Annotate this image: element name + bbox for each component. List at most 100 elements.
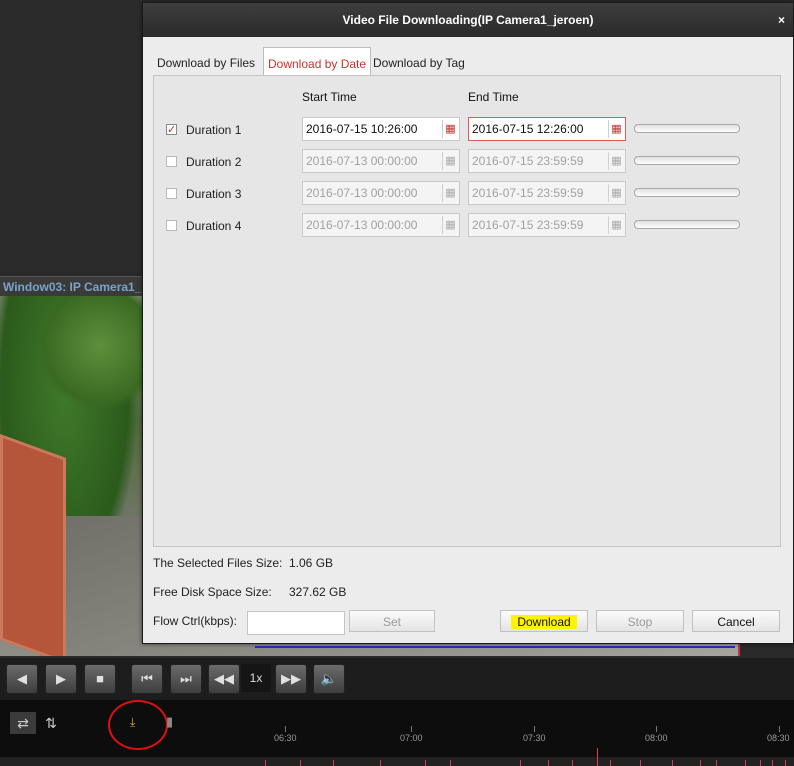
start-time-field[interactable]: ▦ — [302, 117, 460, 141]
calendar-icon[interactable]: ▦ — [608, 152, 624, 170]
frame-back-icon: ⏮ — [141, 671, 153, 686]
start-time-input[interactable] — [303, 118, 441, 140]
recording-segment-mark — [300, 760, 301, 766]
set-button[interactable]: Set — [349, 610, 435, 632]
calendar-icon[interactable]: ▦ — [442, 120, 458, 138]
close-icon[interactable]: × — [778, 3, 785, 37]
dialog-title-bar[interactable]: Video File Downloading(IP Camera1_jeroen… — [143, 3, 793, 37]
end-time-input[interactable] — [469, 150, 607, 172]
duration-label: Duration 1 — [186, 123, 242, 137]
start-time-input[interactable] — [303, 214, 441, 236]
tab-download-by-tag[interactable]: Download by Tag — [369, 47, 469, 75]
calendar-icon[interactable]: ▦ — [442, 216, 458, 234]
download-button-label: Download — [511, 615, 577, 629]
calendar-icon[interactable]: ▦ — [442, 184, 458, 202]
duration-3-checkbox[interactable] — [166, 188, 177, 199]
start-time-input[interactable] — [303, 182, 441, 204]
timeline-tick — [285, 726, 286, 732]
date-download-panel: Start Time End Time ✓ Duration 1 ▦ ▦ Dur… — [153, 75, 781, 547]
speed-up-button[interactable]: ▶▶ — [275, 664, 307, 694]
selected-size-value: 1.06 GB — [289, 556, 334, 570]
download-button[interactable]: Download — [500, 610, 588, 632]
recording-segment-mark — [425, 760, 426, 766]
fast-forward-icon: ▶▶ — [281, 671, 301, 686]
duration-row: Duration 4 ▦ ▦ — [154, 213, 780, 239]
annotation-circle — [108, 700, 168, 750]
slow-down-button[interactable]: ◀◀ — [208, 664, 240, 694]
start-time-field[interactable]: ▦ — [302, 181, 460, 205]
start-time-input[interactable] — [303, 150, 441, 172]
playhead[interactable] — [597, 748, 598, 766]
stop-button[interactable]: ■ — [84, 664, 116, 694]
duration-row: Duration 2 ▦ ▦ — [154, 149, 780, 175]
stop-button[interactable]: Stop — [596, 610, 684, 632]
end-time-header: End Time — [468, 90, 519, 104]
dialog-title: Video File Downloading(IP Camera1_jeroen… — [342, 13, 594, 27]
reverse-icon: ◀ — [17, 671, 27, 686]
start-time-field[interactable]: ▦ — [302, 149, 460, 173]
cancel-button[interactable]: Cancel — [692, 610, 780, 632]
end-time-field[interactable]: ▦ — [468, 117, 626, 141]
calendar-icon[interactable]: ▦ — [608, 184, 624, 202]
timeline-tick-label: 07:30 — [523, 733, 546, 743]
free-space-value: 327.62 GB — [289, 585, 347, 599]
timeline-mode-button[interactable]: ⇄ — [10, 712, 36, 734]
frame-back-button[interactable]: ⏮ — [131, 664, 163, 694]
audio-button[interactable]: 🔈 — [313, 664, 345, 694]
recording-segment-mark — [760, 760, 761, 766]
end-time-input[interactable] — [469, 214, 607, 236]
recording-segment-mark — [745, 760, 746, 766]
end-time-field[interactable]: ▦ — [468, 181, 626, 205]
speaker-icon: 🔈 — [320, 671, 338, 686]
duration-1-checkbox[interactable]: ✓ — [166, 124, 177, 136]
recording-segment-mark — [672, 760, 673, 766]
flow-ctrl-input[interactable] — [247, 611, 345, 635]
duration-label: Duration 3 — [186, 187, 242, 201]
calendar-icon[interactable]: ▦ — [608, 216, 624, 234]
timeline-tick — [534, 726, 535, 732]
download-progress-bar — [634, 188, 740, 197]
stop-icon: ■ — [96, 671, 104, 686]
tab-download-by-date[interactable]: Download by Date — [263, 47, 371, 76]
play-button[interactable]: ▶ — [45, 664, 77, 694]
playback-control-bar: ◀ ▶ ■ ⏮ ⏭ ◀◀ 1x ▶▶ 🔈 — [0, 658, 794, 700]
end-time-input[interactable] — [469, 182, 607, 204]
sliders-icon: ⇄ — [17, 715, 29, 731]
recording-segment-mark — [520, 760, 521, 766]
reverse-button[interactable]: ◀ — [6, 664, 38, 694]
recording-segment-mark — [716, 760, 717, 766]
video-door — [0, 433, 66, 656]
end-time-field[interactable]: ▦ — [468, 149, 626, 173]
free-space-label: Free Disk Space Size: — [153, 585, 272, 599]
video-download-dialog: Video File Downloading(IP Camera1_jeroen… — [142, 2, 794, 644]
bookmark-icon[interactable]: ▮ — [166, 714, 173, 730]
play-icon: ▶ — [56, 671, 66, 686]
duration-row: Duration 3 ▦ ▦ — [154, 181, 780, 207]
rewind-icon: ◀◀ — [214, 671, 234, 686]
start-time-header: Start Time — [302, 90, 357, 104]
download-progress-bar — [634, 156, 740, 165]
start-time-field[interactable]: ▦ — [302, 213, 460, 237]
video-selection-border — [255, 646, 735, 648]
calendar-icon[interactable]: ▦ — [442, 152, 458, 170]
end-time-field[interactable]: ▦ — [468, 213, 626, 237]
recording-segment-mark — [572, 760, 573, 766]
duration-4-checkbox[interactable] — [166, 220, 177, 231]
timeline-tick — [656, 726, 657, 732]
frame-forward-button[interactable]: ⏭ — [170, 664, 202, 694]
recording-segment-mark — [265, 760, 266, 766]
timeline-tick-label: 08:00 — [645, 733, 668, 743]
timeline-sync-button[interactable]: ⇅ — [38, 712, 64, 734]
duration-label: Duration 2 — [186, 155, 242, 169]
download-icon[interactable]: ⤓ — [130, 715, 135, 730]
recording-segment-mark — [380, 760, 381, 766]
duration-label: Duration 4 — [186, 219, 242, 233]
timeline-tick-label: 07:00 — [400, 733, 423, 743]
end-time-input[interactable] — [469, 118, 607, 140]
duration-2-checkbox[interactable] — [166, 156, 177, 167]
recording-track[interactable] — [0, 757, 794, 766]
recording-segment-mark — [333, 760, 334, 766]
calendar-icon[interactable]: ▦ — [608, 120, 624, 138]
tab-download-by-files[interactable]: Download by Files — [153, 47, 259, 75]
playback-speed: 1x — [241, 664, 271, 692]
